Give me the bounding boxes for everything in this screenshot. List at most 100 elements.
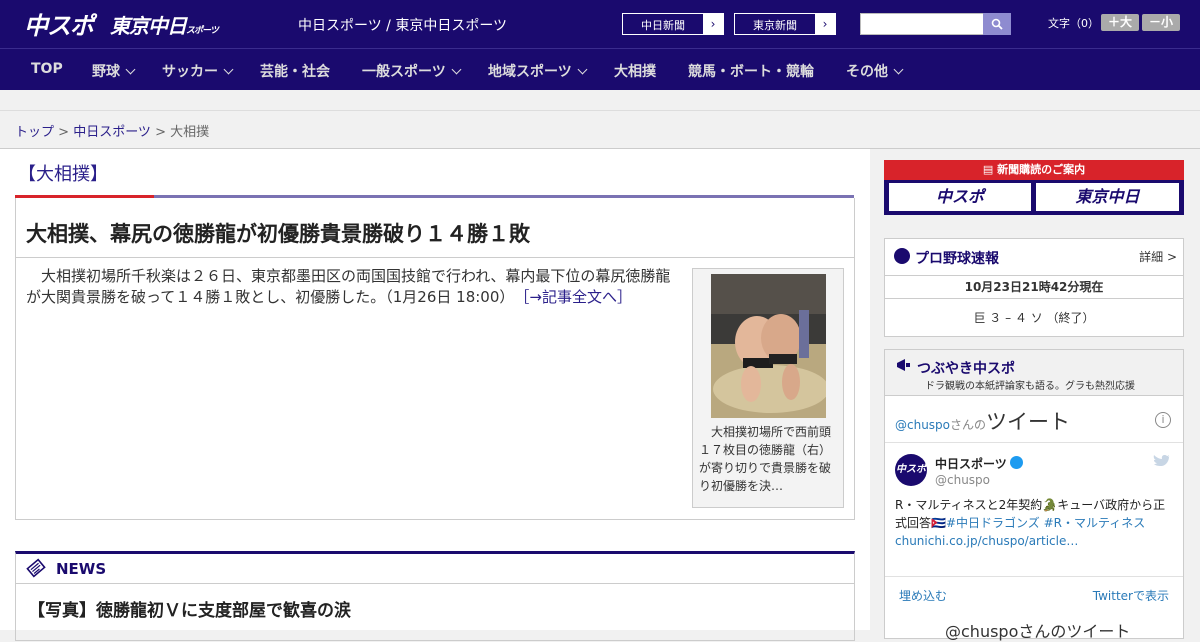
sumo-photo[interactable] xyxy=(711,274,826,418)
nav-item-top[interactable]: TOP xyxy=(31,61,63,77)
twitter-widget-title: つぶやき中スポ xyxy=(917,361,1015,377)
tweets-handle: @chuspo xyxy=(895,418,951,432)
read-more-link[interactable]: ［→記事全文へ］ xyxy=(522,288,632,306)
chunichi-shimbun-label: 中日新聞 xyxy=(641,19,685,32)
photo-caption: 大相撲初場所で西前頭１７枚目の徳勝龍（右）が寄り切りで貴景勝を破り初優勝を決… xyxy=(699,425,832,493)
baseball-icon xyxy=(894,248,910,264)
chunichi-shimbun-button[interactable]: 中日新聞 › xyxy=(622,13,724,35)
breadcrumb: トップ > 中日スポーツ > 大相撲 xyxy=(0,111,1200,149)
tokyo-logo-text: 東京中日 xyxy=(110,14,187,38)
tokyo-logo-sub: スポーツ xyxy=(186,26,219,36)
chevron-down-icon xyxy=(577,64,588,75)
more-tweets-heading[interactable]: @chuspoさんのツイート xyxy=(945,618,1130,642)
nav-label: 一般スポーツ xyxy=(362,64,446,80)
subscription-banner[interactable]: ▤ 新聞購読のご案内 中スポ 東京中日 xyxy=(884,160,1184,215)
subscription-header: ▤ 新聞購読のご案内 xyxy=(884,160,1184,180)
twitter-widget-header: つぶやき中スポ ドラ観戦の本紙評論家も語る。グラも熱烈応援 xyxy=(885,350,1183,396)
nav-label: TOP xyxy=(31,61,63,77)
main-content: 【大相撲】 大相撲、幕尻の徳勝龍が初優勝貴景勝破り１４勝１敗 大相撲初場所千秋楽… xyxy=(0,149,870,641)
nav-item-local-sports[interactable]: 地域スポーツ xyxy=(488,61,588,81)
font-larger-button[interactable]: ＋大 xyxy=(1101,14,1139,31)
tweet-account-name[interactable]: 中日スポーツ xyxy=(935,455,1007,472)
baseball-title: プロ野球速報 xyxy=(915,251,999,267)
newspaper-icon xyxy=(26,558,46,578)
nav-item-racing[interactable]: 競馬・ボート・競輪 xyxy=(688,61,814,81)
breadcrumb-current: 大相撲 xyxy=(170,125,210,140)
nav-label: 野球 xyxy=(92,64,120,80)
subscription-header-label: 新聞購読のご案内 xyxy=(997,163,1086,176)
newspaper-icon: ▤ xyxy=(982,163,998,176)
breadcrumb-separator: > xyxy=(150,125,171,140)
category-title: 【大相撲】 xyxy=(18,164,108,185)
nav-item-soccer[interactable]: サッカー xyxy=(162,61,234,81)
search-icon xyxy=(991,18,1003,30)
nav-item-sumo[interactable]: 大相撲 xyxy=(614,61,656,81)
breadcrumb-separator: > xyxy=(54,125,74,140)
tweet-account-user[interactable]: @chuspo xyxy=(935,473,990,487)
tokyo-shimbun-button[interactable]: 東京新聞 › xyxy=(734,13,836,35)
tokyo-chunichi-logo[interactable]: 東京中日スポーツ xyxy=(110,10,219,39)
tweet-link[interactable]: chunichi.co.jp/chuspo/article… xyxy=(895,534,1078,548)
chuspo-logo[interactable]: 中スポ xyxy=(24,6,94,41)
tweet-text: R・マルティネスと2年契約🐊キューバ政府から正式回答🇨🇺#中日ドラゴンズ #R・… xyxy=(895,496,1175,550)
chevron-down-icon xyxy=(125,64,136,75)
megaphone-icon xyxy=(897,359,910,371)
chevron-down-icon xyxy=(223,64,234,75)
nav-item-entertainment[interactable]: 芸能・社会 xyxy=(260,61,330,81)
twitter-widget: つぶやき中スポ ドラ観戦の本紙評論家も語る。グラも熱烈応援 @chuspoさんの… xyxy=(884,349,1184,642)
headline-wrap: 大相撲、幕尻の徳勝龍が初優勝貴景勝破り１４勝１敗 xyxy=(16,198,854,258)
verified-icon xyxy=(1010,456,1023,469)
news-header: NEWS xyxy=(16,554,854,584)
news-section: NEWS 【写真】徳勝龍初Ｖに支度部屋で歓喜の涙 xyxy=(15,551,855,641)
info-icon[interactable]: i xyxy=(1155,412,1171,428)
nav-label: サッカー xyxy=(162,64,218,80)
article-lead: 大相撲初場所千秋楽は２６日、東京都墨田区の両国国技館で行われ、幕内最下位の幕尻徳… xyxy=(26,266,684,308)
sub-bar xyxy=(0,90,1200,111)
site-header: 中スポ 東京中日スポーツ 中日スポーツ / 東京中日スポーツ 中日新聞 › 東京… xyxy=(0,0,1200,48)
news-item-title[interactable]: 【写真】徳勝龍初Ｖに支度部屋で歓喜の涙 xyxy=(28,596,351,621)
chevron-right-icon: › xyxy=(703,14,723,34)
tweets-handle-suffix: さんの xyxy=(950,418,987,432)
site-title: 中日スポーツ / 東京中日スポーツ xyxy=(298,18,508,34)
search-button[interactable] xyxy=(983,13,1011,35)
divider xyxy=(885,576,1183,577)
subscribe-tokyo-button[interactable]: 東京中日 xyxy=(1036,183,1179,211)
article-headline[interactable]: 大相撲、幕尻の徳勝龍が初優勝貴景勝破り１４勝１敗 xyxy=(26,218,530,248)
view-on-twitter-link[interactable]: Twitterで表示 xyxy=(1093,587,1169,604)
nav-label: その他 xyxy=(846,64,888,80)
chevron-down-icon xyxy=(893,64,904,75)
main-nav: TOP 野球 サッカー 芸能・社会 一般スポーツ 地域スポーツ 大相撲 競馬・ボ… xyxy=(0,48,1200,90)
sumo-photo-image xyxy=(711,274,826,418)
nav-label: 競馬・ボート・競輪 xyxy=(688,64,814,80)
breadcrumb-chunichi-sports[interactable]: 中日スポーツ xyxy=(73,125,151,140)
nav-item-other[interactable]: その他 xyxy=(846,61,904,81)
tweets-by-heading[interactable]: @chuspoさんのツイート xyxy=(895,406,1070,436)
tweet-hashtags[interactable]: #中日ドラゴンズ #R・マルティネス xyxy=(946,516,1145,530)
nav-label: 地域スポーツ xyxy=(488,64,572,80)
font-size-label: 文字（0） xyxy=(1048,17,1099,30)
twitter-widget-subtitle: ドラ観戦の本紙評論家も語る。グラも熱烈応援 xyxy=(925,381,1135,392)
baseball-score[interactable]: 巨 ３ – ４ ソ （終了） xyxy=(885,309,1183,326)
search-input[interactable] xyxy=(860,13,984,35)
baseball-scores: プロ野球速報 詳細 > 10月23日21時42分現在 巨 ３ – ４ ソ （終了… xyxy=(884,238,1184,337)
font-smaller-button[interactable]: －小 xyxy=(1142,14,1180,31)
tokyo-shimbun-label: 東京新聞 xyxy=(753,19,797,32)
baseball-timestamp: 10月23日21時42分現在 xyxy=(885,275,1183,299)
embed-link[interactable]: 埋め込む xyxy=(899,587,947,604)
subscribe-chuspo-button[interactable]: 中スポ xyxy=(889,183,1031,211)
tweets-word: ツイート xyxy=(986,410,1071,434)
top-article: 大相撲、幕尻の徳勝龍が初優勝貴景勝破り１４勝１敗 大相撲初場所千秋楽は２６日、東… xyxy=(15,198,855,520)
nav-item-baseball[interactable]: 野球 xyxy=(92,61,136,81)
chevron-right-icon: › xyxy=(815,14,835,34)
article-photo-box[interactable]: 大相撲初場所で西前頭１７枚目の徳勝龍（右）が寄り切りで貴景勝を破り初優勝を決… xyxy=(692,268,844,508)
baseball-detail-link[interactable]: 詳細 > xyxy=(1139,248,1177,265)
chevron-down-icon xyxy=(451,64,462,75)
divider xyxy=(885,442,1183,443)
nav-label: 大相撲 xyxy=(614,64,656,80)
nav-label: 芸能・社会 xyxy=(260,64,330,80)
avatar[interactable]: 中スポ xyxy=(895,454,927,486)
breadcrumb-top[interactable]: トップ xyxy=(15,125,54,140)
twitter-bird-icon[interactable] xyxy=(1153,454,1171,468)
news-label: NEWS xyxy=(56,560,107,578)
nav-item-general-sports[interactable]: 一般スポーツ xyxy=(362,61,462,81)
